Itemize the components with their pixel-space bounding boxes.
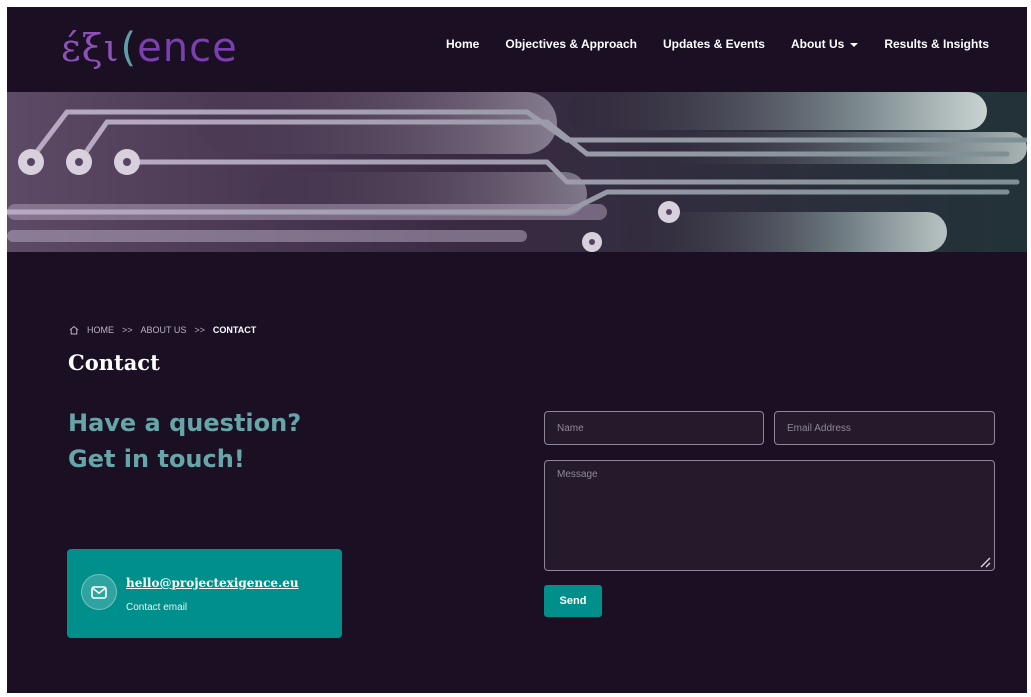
top-navigation: έξι ( ence Home Objectives & Approach Up…: [7, 7, 1027, 92]
mail-icon-badge: [81, 574, 117, 610]
nav-item-about-us[interactable]: About Us: [790, 37, 859, 51]
page-title: Contact: [68, 350, 160, 375]
contact-email-link[interactable]: hello@projectexigence.eu: [126, 576, 299, 590]
breadcrumb-home[interactable]: HOME: [87, 325, 114, 335]
breadcrumb-about-us[interactable]: ABOUT US: [141, 325, 187, 335]
logo-greek: έξι: [61, 26, 120, 70]
email-field[interactable]: [774, 411, 995, 445]
site-logo[interactable]: έξι ( ence: [61, 21, 238, 75]
nav-item-updates[interactable]: Updates & Events: [663, 37, 765, 51]
nav-item-objectives[interactable]: Objectives & Approach: [505, 37, 637, 51]
contact-email-card: hello@projectexigence.eu Contact email: [67, 549, 342, 638]
name-field[interactable]: [544, 411, 764, 445]
nav-label-about-us: About Us: [790, 37, 845, 51]
message-field[interactable]: [544, 460, 995, 571]
contact-email-label: Contact email: [126, 602, 188, 613]
breadcrumb-separator: >>: [122, 325, 133, 335]
page-frame: έξι ( ence Home Objectives & Approach Up…: [7, 7, 1027, 693]
caret-down-icon: [850, 42, 859, 47]
headline-line-1: Have a question?: [68, 409, 302, 437]
send-button[interactable]: Send: [544, 585, 602, 617]
logo-text: ence: [137, 25, 238, 71]
hero-banner-image: [7, 92, 1027, 252]
headline-line-2: Get in touch!: [68, 445, 245, 473]
nav-item-home[interactable]: Home: [446, 37, 479, 51]
home-icon[interactable]: [69, 325, 79, 335]
mail-icon: [91, 585, 107, 599]
nav-label-results: Results & Insights: [884, 37, 989, 51]
main-menu: Home Objectives & Approach Updates & Eve…: [446, 37, 989, 51]
breadcrumb: HOME >> ABOUT US >> CONTACT: [69, 325, 256, 335]
contact-headline: Have a question? Get in touch!: [68, 405, 301, 477]
nav-item-results[interactable]: Results & Insights: [884, 37, 989, 51]
nav-label-objectives: Objectives & Approach: [505, 37, 637, 51]
breadcrumb-separator: >>: [194, 325, 205, 335]
nav-label-updates: Updates & Events: [662, 37, 765, 51]
nav-label-home: Home: [446, 37, 480, 51]
breadcrumb-current: CONTACT: [212, 325, 257, 335]
logo-bracket: (: [120, 25, 138, 71]
